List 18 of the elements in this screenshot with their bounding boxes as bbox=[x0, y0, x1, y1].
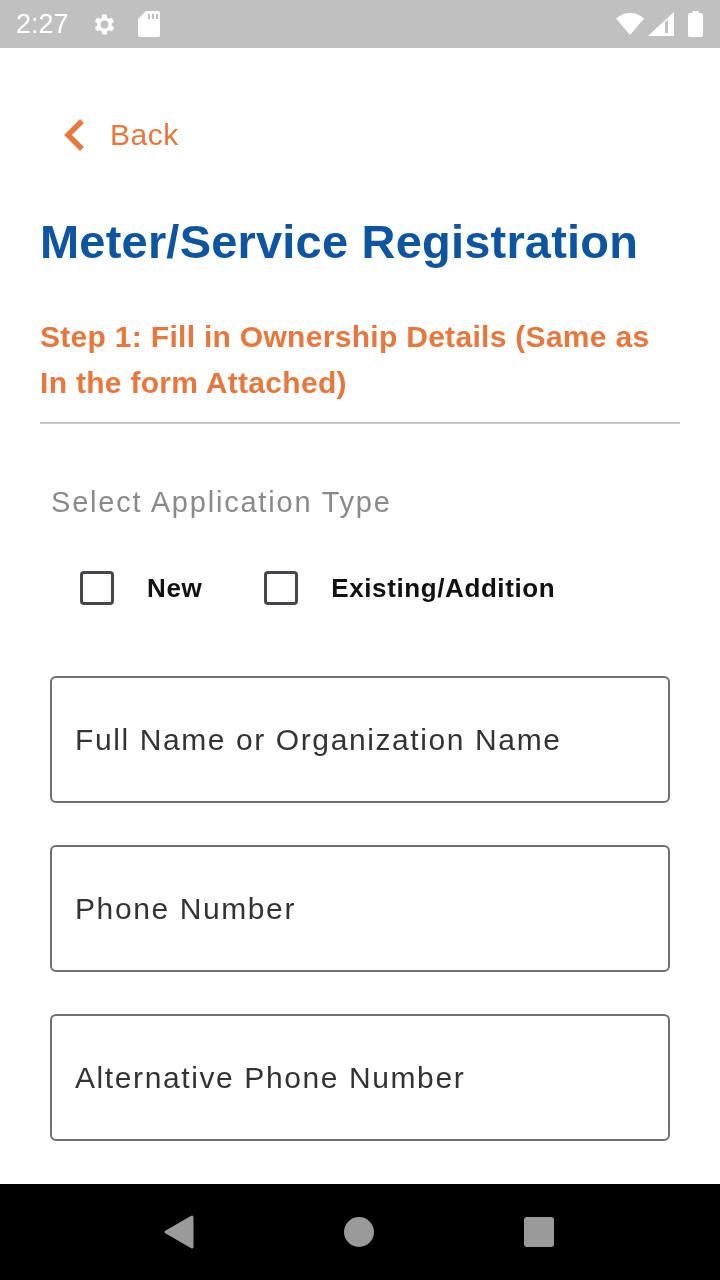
back-icon[interactable] bbox=[164, 1215, 194, 1249]
chevron-left-icon bbox=[62, 118, 86, 152]
signal-icon bbox=[648, 12, 674, 36]
sd-card-icon bbox=[137, 11, 160, 37]
home-icon[interactable] bbox=[344, 1217, 374, 1247]
status-time: 2:27 bbox=[16, 8, 69, 40]
battery-icon bbox=[688, 11, 703, 37]
input-field[interactable]: Phone Number bbox=[50, 845, 670, 972]
wifi-icon bbox=[616, 13, 644, 35]
checkbox-label[interactable]: New bbox=[147, 571, 203, 605]
input-field[interactable]: Alternative Phone Number bbox=[50, 1014, 670, 1141]
page-title: Meter/Service Registration bbox=[40, 216, 640, 268]
checkbox-label[interactable]: Existing/Addition bbox=[331, 571, 556, 605]
input-field[interactable]: Full Name or Organization Name bbox=[50, 676, 670, 803]
section-label: Select Application Type bbox=[51, 485, 393, 520]
checkbox[interactable] bbox=[264, 571, 299, 605]
checkbox[interactable] bbox=[80, 571, 114, 605]
step-heading: Step 1: Fill in Ownership Details (Same as In the form Attached) bbox=[40, 319, 651, 401]
